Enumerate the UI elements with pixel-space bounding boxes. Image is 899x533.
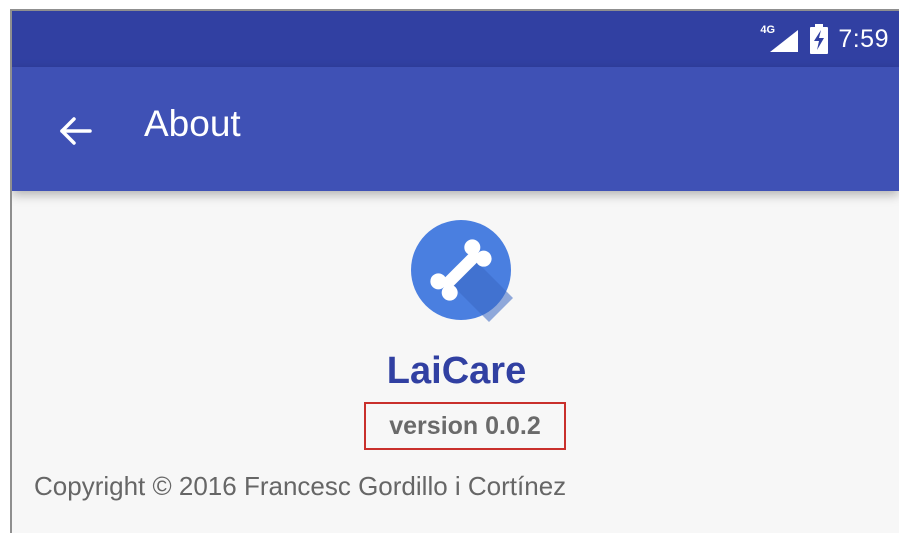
status-bar: 4G 7:59	[12, 11, 899, 67]
bone-icon	[411, 220, 513, 322]
copyright-text: Copyright © 2016 Francesc Gordillo i Cor…	[34, 471, 567, 501]
about-content: LaiCare version 0.0.2 Copyright © 2016 F…	[12, 191, 899, 533]
screenshot-frame: 4G 7:59 About LaiCare version 0.0.2 Copy…	[0, 0, 899, 533]
version-highlight-box: version 0.0.2	[364, 402, 566, 450]
app-bar: About	[12, 67, 899, 191]
app-logo	[409, 218, 513, 322]
back-button[interactable]	[48, 107, 104, 155]
arrow-back-icon	[60, 117, 92, 145]
page-title: About	[144, 103, 241, 144]
battery-charging-icon	[810, 24, 829, 54]
signal-icon	[770, 30, 799, 52]
app-name: LaiCare	[386, 350, 527, 392]
phone-screen: 4G 7:59 About LaiCare version 0.0.2 Copy…	[10, 9, 899, 533]
status-icons: 4G 7:59	[760, 11, 889, 67]
status-time: 7:59	[838, 24, 889, 53]
network-indicator: 4G	[760, 24, 800, 54]
version-label: version 0.0.2	[389, 411, 541, 440]
